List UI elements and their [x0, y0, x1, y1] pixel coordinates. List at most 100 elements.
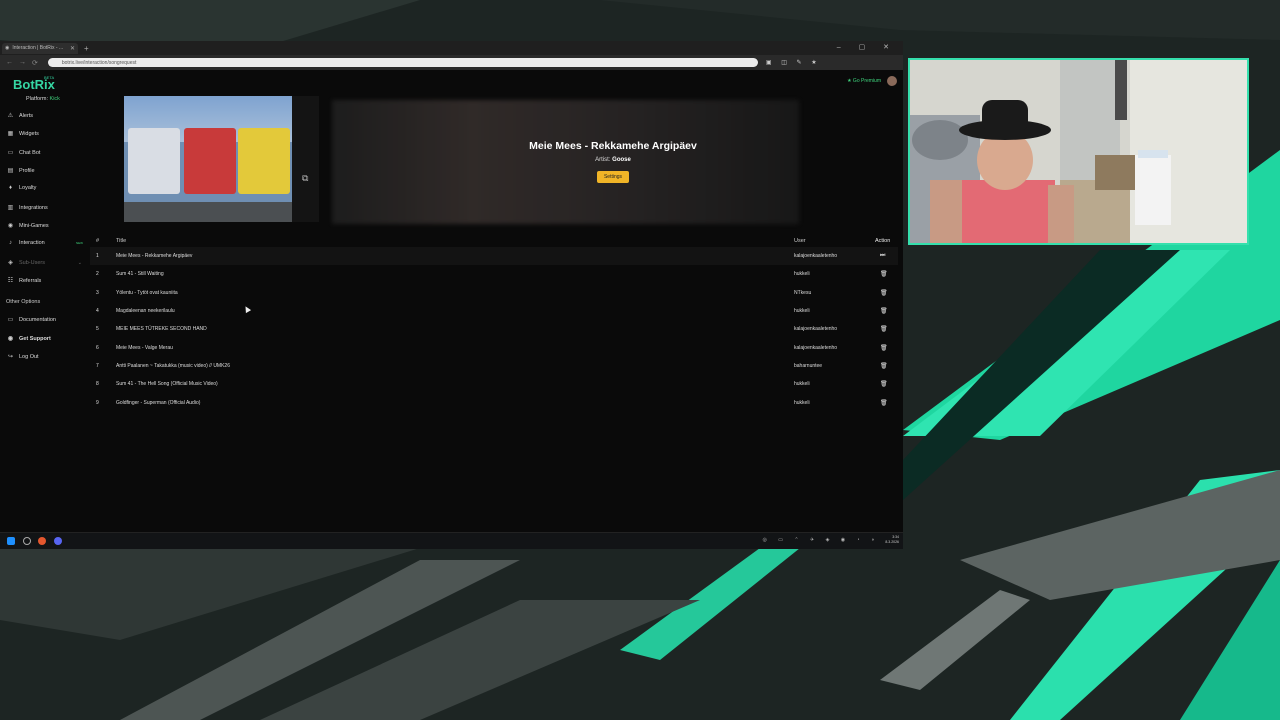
search-icon[interactable] [23, 537, 31, 545]
tab-title: Interaction | BotRix - ... [12, 45, 64, 51]
row-num: 1 [96, 253, 99, 260]
table-row[interactable]: 1 Meie Mees - Rekkamehe Argipäev kalajoe… [90, 247, 898, 266]
window-controls[interactable]: – ▢ ✕ [837, 43, 897, 51]
row-user: hukkeli [794, 399, 810, 406]
webcam-feed-image [910, 60, 1247, 243]
loyalty-icon: ♦ [8, 185, 13, 191]
row-title: Sum 41 - The Hell Song (Official Music V… [116, 381, 218, 388]
tab-favicon-icon: ◉ [5, 45, 10, 51]
beta-badge: BETA [44, 75, 55, 80]
delete-icon[interactable]: 🗑 [880, 271, 888, 278]
delete-icon[interactable]: 🗑 [880, 289, 888, 296]
sidebar-item-sub-users[interactable]: ◈ Sub-Users ⌄ [6, 259, 86, 267]
row-num: 6 [96, 344, 99, 351]
sidebar-item-label: Alerts [19, 112, 34, 119]
chevron-down-icon: ⌄ [77, 259, 82, 266]
artist-name: Goose [612, 157, 631, 163]
sidebar-item-referrals[interactable]: ☷ Referrals [6, 277, 86, 285]
system-tray-icons[interactable]: ◎ ▭ ⌃ ✈ ◈ ◉ ◔ ◑ [763, 537, 879, 543]
sidebar-item-chat-bot[interactable]: ▭ Chat Bot [6, 149, 86, 157]
sidebar-item-get-support[interactable]: ◉ Get Support [6, 335, 86, 343]
sidebar-item-widgets[interactable]: ▦ Widgets [6, 130, 86, 138]
album-cover-image [124, 96, 292, 222]
expand-icon[interactable]: ⧉ [302, 173, 308, 184]
discord-icon[interactable] [54, 537, 62, 545]
sidebar-item-alerts[interactable]: ⚠ Alerts [6, 112, 86, 120]
sidebar-item-interaction[interactable]: ♪ Interaction NEW [6, 240, 86, 246]
table-row[interactable]: 4 Magdaleenan neekerilaulu hukkeli 🗑 [90, 302, 898, 320]
delete-icon[interactable]: 🗑 [880, 381, 888, 388]
table-row[interactable]: 5 MEIE MEES TÜTREKE SECOND HAND kalajoen… [90, 320, 898, 338]
delete-icon[interactable]: 🗑 [880, 399, 888, 406]
gamepad-icon: ◉ [7, 223, 14, 229]
table-row[interactable]: 2 Sum 41 - Still Waiting hukkeli 🗑 [90, 265, 898, 283]
sidebar-item-mini-games[interactable]: ◉ Mini-Games [6, 222, 86, 230]
table-row[interactable]: 7 Antti Paalanen ~ Takatukka (music vide… [90, 357, 898, 375]
row-title: Meie Mees - Rekkamehe Argipäev [116, 253, 193, 260]
start-menu-icon[interactable] [7, 537, 15, 545]
new-badge: NEW [76, 241, 83, 245]
row-num: 2 [96, 271, 99, 278]
row-user: kalajoenkaaletenho [794, 344, 838, 351]
sidebar-item-integrations[interactable]: ▥ Integrations [6, 204, 86, 212]
browser-window: ◉ Interaction | BotRix - ... ✕ + – ▢ ✕ ←… [0, 41, 903, 532]
sidebar-item-label: Referrals [19, 277, 42, 284]
row-user: hukkeli [794, 271, 810, 278]
sidebar-item-label: Profile [19, 167, 35, 174]
reload-button[interactable]: ⟳ [32, 59, 38, 67]
forward-button[interactable]: → [19, 59, 26, 66]
extension-icons[interactable]: ▣ ◫ ✎ ★ [766, 59, 821, 66]
browser-tab[interactable]: ◉ Interaction | BotRix - ... ✕ [2, 42, 78, 54]
url-field[interactable]: botrix.live/interaction/songrequest [47, 58, 758, 67]
sidebar-item-label: Loyalty [19, 185, 37, 191]
row-user: NTkesu [794, 289, 812, 296]
platform-indicator: Platform: Kick [26, 96, 60, 102]
documentation-icon: ▭ [7, 317, 14, 323]
delete-icon[interactable]: 🗑 [880, 362, 888, 369]
profile-icon: ▤ [7, 168, 14, 174]
sidebar: BotRix BETA Platform: Kick ⚠ Alerts ▦ Wi… [0, 70, 90, 532]
delete-icon[interactable]: 🗑 [880, 326, 888, 333]
logout-icon: ↪ [7, 354, 14, 360]
tab-close-icon[interactable]: ✕ [70, 45, 75, 52]
row-title: Meie Mees - Valge Merau [116, 344, 173, 351]
row-user: hukkeli [794, 308, 810, 315]
delete-icon[interactable]: 🗑 [880, 344, 888, 351]
back-button[interactable]: ← [6, 59, 13, 66]
integrations-icon: ▥ [7, 205, 14, 211]
table-row[interactable]: 8 Sum 41 - The Hell Song (Official Music… [90, 375, 898, 393]
music-note-icon: ♪ [9, 240, 12, 246]
sidebar-item-label: Documentation [19, 316, 56, 323]
sidebar-item-label: Chat Bot [19, 149, 41, 156]
sidebar-item-label: Integrations [19, 204, 48, 211]
settings-button[interactable]: Settings [597, 171, 629, 183]
new-tab-button[interactable]: + [84, 44, 89, 53]
row-title: Sum 41 - Still Waiting [116, 271, 164, 278]
artist-label: Artist: [595, 157, 611, 163]
table-row[interactable]: 6 Meie Mees - Valge Merau kalajoenkaalet… [90, 338, 898, 356]
sidebar-item-loyalty[interactable]: ♦ Loyalty [6, 185, 86, 191]
song-queue-table: # Title User Action 1 Meie Mees - Rekkam… [90, 235, 898, 412]
sidebar-item-profile[interactable]: ▤ Profile [6, 167, 86, 175]
table-row[interactable]: 9 Goldfinger - Superman (Official Audio)… [90, 393, 898, 411]
browser-icon[interactable] [38, 537, 46, 545]
sidebar-item-documentation[interactable]: ▭ Documentation [6, 316, 86, 324]
sidebar-item-log-out[interactable]: ↪ Log Out [6, 353, 86, 361]
other-options-heading: Other Options [6, 299, 41, 305]
cover-frame [292, 96, 319, 222]
skip-icon[interactable]: ⏭ [880, 253, 885, 260]
table-row[interactable]: 3 Yölentu - Tytöt ovat kauniita NTkesu 🗑 [90, 284, 898, 302]
taskbar: ◎ ▭ ⌃ ✈ ◈ ◉ ◔ ◑ 3:34 8.3.2026 [0, 532, 903, 549]
avatar[interactable] [887, 76, 897, 86]
sidebar-item-label: Sub-Users [19, 259, 45, 266]
row-user: baharnuntee [794, 362, 823, 369]
row-num: 7 [96, 362, 99, 369]
go-premium-link[interactable]: ★ Go Premium [847, 78, 881, 84]
header-user: User [794, 238, 806, 244]
row-user: kalajoenkaaletenho [794, 253, 838, 260]
clock[interactable]: 3:34 8.3.2026 [885, 535, 899, 545]
header-actions: ★ Go Premium [847, 76, 897, 86]
now-playing-panel: ⧉ Meie Mees - Rekkamehe Argipäev Artist:… [124, 96, 799, 224]
sidebar-item-label: Mini-Games [19, 222, 49, 229]
delete-icon[interactable]: 🗑 [880, 308, 888, 315]
